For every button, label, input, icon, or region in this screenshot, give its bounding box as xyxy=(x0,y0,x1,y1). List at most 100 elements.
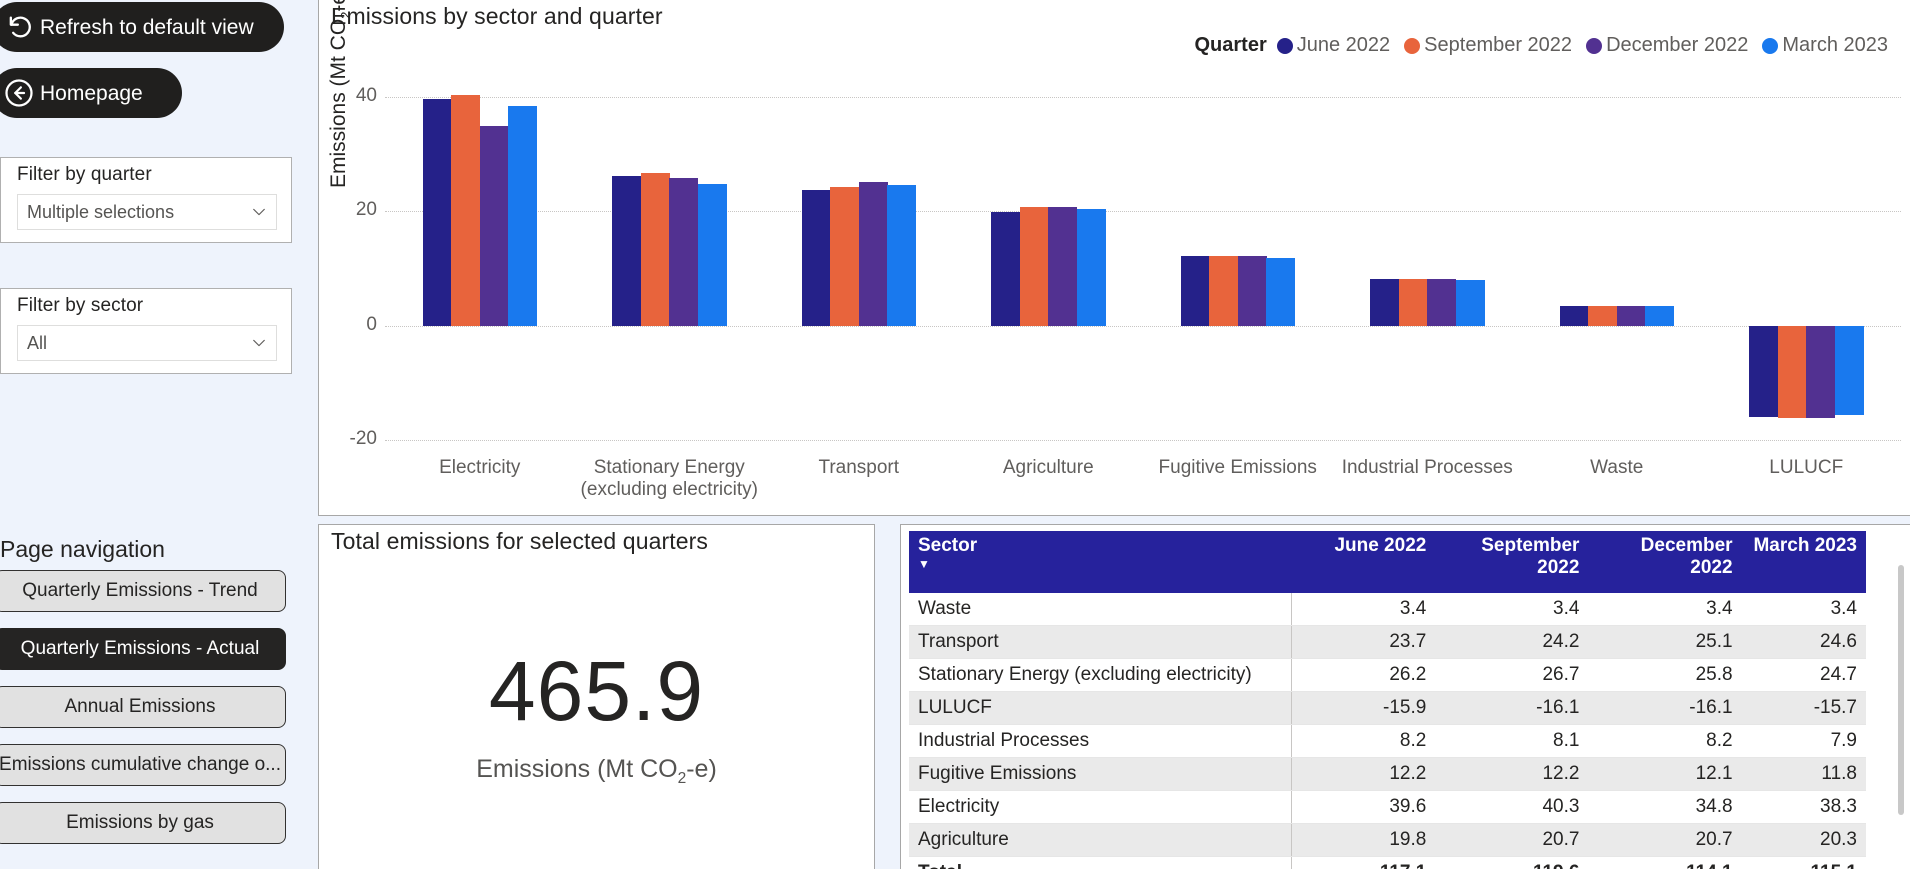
chart-bar[interactable] xyxy=(479,126,509,326)
nav-label: Emissions cumulative change o... xyxy=(0,754,281,775)
sidebar-item-quarterly-emissions-actual[interactable]: Quarterly Emissions - Actual xyxy=(0,628,286,670)
table-cell-value: 3.4 xyxy=(1588,593,1742,626)
sector-slicer-title: Filter by sector xyxy=(17,295,144,316)
sector-slicer-dropdown[interactable]: All xyxy=(17,325,277,361)
chart-bar[interactable] xyxy=(1834,325,1864,416)
sector-slicer: Filter by sector All xyxy=(0,288,292,374)
nav-label: Annual Emissions xyxy=(64,696,216,717)
chart-bar[interactable] xyxy=(1455,280,1485,326)
chart-bar[interactable] xyxy=(451,94,481,326)
x-axis-tick-label: Industrial Processes xyxy=(1333,458,1523,480)
quarter-slicer: Filter by quarter Multiple selections xyxy=(0,157,292,243)
x-axis-tick-label-line: Transport xyxy=(818,457,900,478)
legend-item-december-2022[interactable]: December 2022 xyxy=(1586,34,1748,57)
gridline xyxy=(385,96,1901,98)
table-row[interactable]: Industrial Processes 8.2 8.1 8.2 7.9 xyxy=(909,724,1866,758)
legend-title: Quarter xyxy=(1194,34,1267,56)
legend-item-label: December 2022 xyxy=(1606,34,1749,56)
chart-bar[interactable] xyxy=(1588,306,1618,326)
chart-bar[interactable] xyxy=(1398,279,1428,326)
chart-bar[interactable] xyxy=(1266,258,1296,326)
table-cell-value: 39.6 xyxy=(1291,790,1436,824)
refresh-to-default-view-button[interactable]: Refresh to default view xyxy=(0,2,284,52)
sidebar-item-emissions-cumulative-change[interactable]: Emissions cumulative change o... xyxy=(0,744,286,786)
nav-label: Quarterly Emissions - Trend xyxy=(22,580,258,601)
chart-bar[interactable] xyxy=(1019,207,1049,326)
column-header-june-2022[interactable]: June 2022 xyxy=(1291,531,1436,593)
chart-bar[interactable] xyxy=(612,175,642,326)
quarter-slicer-dropdown[interactable]: Multiple selections xyxy=(17,194,277,230)
chart-bar[interactable] xyxy=(1209,255,1239,326)
chart-bar[interactable] xyxy=(1559,306,1589,326)
nav-label: Emissions by gas xyxy=(66,812,214,833)
homepage-button-label: Homepage xyxy=(40,81,143,105)
table-cell-value: 24.7 xyxy=(1741,658,1866,692)
table-scrollbar[interactable] xyxy=(1896,565,1906,855)
chart-legend: Quarter June 2022 September 2022 December … xyxy=(1195,34,1903,57)
table-row[interactable]: LULUCF -15.9 -16.1 -16.1 -15.7 xyxy=(909,691,1866,725)
chart-bar[interactable] xyxy=(830,187,860,326)
chart-bar[interactable] xyxy=(422,98,452,326)
chart-bar[interactable] xyxy=(1749,325,1779,417)
y-axis-tick-label: 0 xyxy=(366,313,377,335)
chart-bar[interactable] xyxy=(991,212,1021,326)
column-header-sector[interactable]: Sector ▼ xyxy=(909,531,1292,593)
legend-item-label: September 2022 xyxy=(1424,34,1573,56)
sidebar-item-emissions-by-gas[interactable]: Emissions by gas xyxy=(0,802,286,844)
chart-bar[interactable] xyxy=(1180,255,1210,326)
sidebar-item-quarterly-emissions-trend[interactable]: Quarterly Emissions - Trend xyxy=(0,570,286,612)
sidebar-item-annual-emissions[interactable]: Annual Emissions xyxy=(0,686,286,728)
chart-bar[interactable] xyxy=(887,184,917,326)
gridline xyxy=(385,325,1901,327)
legend-item-label: March 2023 xyxy=(1782,34,1888,56)
column-header-december-2022[interactable]: December 2022 xyxy=(1588,531,1742,593)
chart-bar[interactable] xyxy=(508,106,538,326)
table-row[interactable]: Electricity 39.6 40.3 34.8 38.3 xyxy=(909,790,1866,824)
column-header-march-2023[interactable]: March 2023 xyxy=(1741,531,1866,593)
chart-bar[interactable] xyxy=(697,184,727,326)
chart-bar[interactable] xyxy=(858,181,888,326)
table-cell-total-value: 119.6 xyxy=(1435,857,1588,869)
column-header-september-2022[interactable]: September 2022 xyxy=(1435,531,1589,593)
chart-bar[interactable] xyxy=(640,172,670,326)
table-row[interactable]: Agriculture 19.8 20.7 20.7 20.3 xyxy=(909,823,1866,857)
homepage-button[interactable]: Homepage xyxy=(0,68,182,118)
table-header: Sector ▼ June 2022 September 2022 Decemb… xyxy=(909,531,1866,593)
table-cell-value: 12.2 xyxy=(1291,757,1436,791)
refresh-arrow-icon xyxy=(2,10,36,44)
chart-bar[interactable] xyxy=(1237,256,1267,326)
chart-bar[interactable] xyxy=(1616,306,1646,326)
x-axis-tick-label: LULUCF xyxy=(1712,458,1902,480)
chart-bar[interactable] xyxy=(1076,209,1106,326)
chart-bar[interactable] xyxy=(1777,325,1807,418)
chart-bar[interactable] xyxy=(1427,278,1457,326)
legend-item-september-2022[interactable]: September 2022 xyxy=(1404,34,1572,57)
table-row[interactable]: Waste 3.4 3.4 3.4 3.4 xyxy=(909,593,1866,626)
table-cell-value: 7.9 xyxy=(1741,724,1866,758)
x-axis-tick-label-line: Electricity xyxy=(439,457,521,478)
table-cell-value: 8.2 xyxy=(1588,724,1742,758)
table-row[interactable]: Transport 23.7 24.2 25.1 24.6 xyxy=(909,625,1866,659)
legend-item-march-2023[interactable]: March 2023 xyxy=(1762,34,1888,57)
chart-bar[interactable] xyxy=(1645,306,1675,326)
table-cell-value: 24.6 xyxy=(1741,625,1866,659)
legend-item-june-2022[interactable]: June 2022 xyxy=(1276,34,1390,57)
chart-bar[interactable] xyxy=(1048,207,1078,326)
chart-bar[interactable] xyxy=(1806,325,1836,418)
table-row[interactable]: Stationary Energy (excluding electricity… xyxy=(909,658,1866,692)
chart-bar[interactable] xyxy=(801,189,831,326)
chart-bar[interactable] xyxy=(1370,278,1400,326)
emissions-by-sector-chart-panel: Emissions by sector and quarter Quarter … xyxy=(318,0,1910,516)
table-cell-value: 20.3 xyxy=(1741,823,1866,857)
table-total-row: Total117.1119.6114.1115.1 xyxy=(909,856,1866,869)
table-body: Waste 3.4 3.4 3.4 3.4 Transport 23.7 24.2 25.1 24… xyxy=(909,593,1866,869)
table-row[interactable]: Fugitive Emissions 12.2 12.2 12.1 11.8 xyxy=(909,757,1866,791)
back-arrow-circle-icon xyxy=(2,76,36,110)
x-axis-tick-label-line: Stationary Energy xyxy=(593,457,745,478)
table-cell-value: 12.2 xyxy=(1435,757,1589,791)
scrollbar-thumb[interactable] xyxy=(1898,565,1904,815)
chart-bar[interactable] xyxy=(669,177,699,326)
chart-title: Emissions by sector and quarter xyxy=(331,3,663,29)
legend-color-dot-icon xyxy=(1586,37,1603,54)
table-cell-sector: LULUCF xyxy=(909,691,1293,725)
